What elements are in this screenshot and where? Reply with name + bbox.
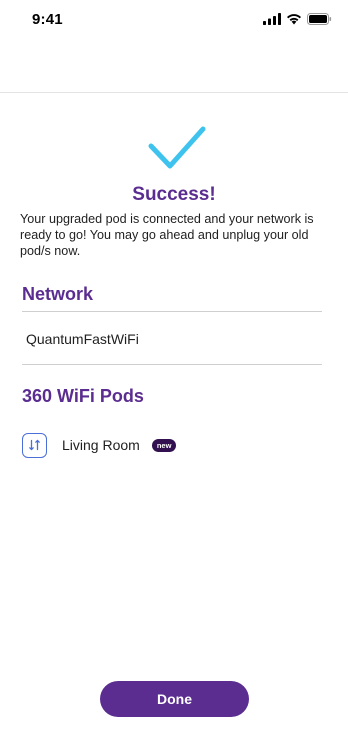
done-button[interactable]: Done bbox=[100, 681, 249, 717]
network-name: QuantumFastWiFi bbox=[26, 331, 139, 347]
status-bar: 9:41 bbox=[0, 0, 348, 44]
network-section-title: Network bbox=[22, 284, 94, 304]
pod-label: Living Room bbox=[62, 437, 140, 453]
pods-section-title: 360 WiFi Pods bbox=[22, 386, 144, 406]
divider bbox=[22, 311, 322, 312]
success-message: Your upgraded pod is connected and your … bbox=[20, 212, 314, 258]
divider bbox=[22, 364, 322, 365]
battery-icon bbox=[307, 13, 332, 25]
status-time: 9:41 bbox=[32, 11, 63, 28]
pod-icon bbox=[22, 432, 47, 458]
header-divider bbox=[0, 92, 348, 93]
signal-icon bbox=[263, 13, 281, 25]
status-icons bbox=[263, 13, 332, 25]
checkmark-icon bbox=[148, 126, 206, 169]
new-badge: new bbox=[151, 438, 177, 452]
success-title: Success! bbox=[132, 184, 216, 205]
pod-list-item[interactable]: Living Room new bbox=[22, 432, 177, 458]
wifi-icon bbox=[287, 14, 301, 25]
